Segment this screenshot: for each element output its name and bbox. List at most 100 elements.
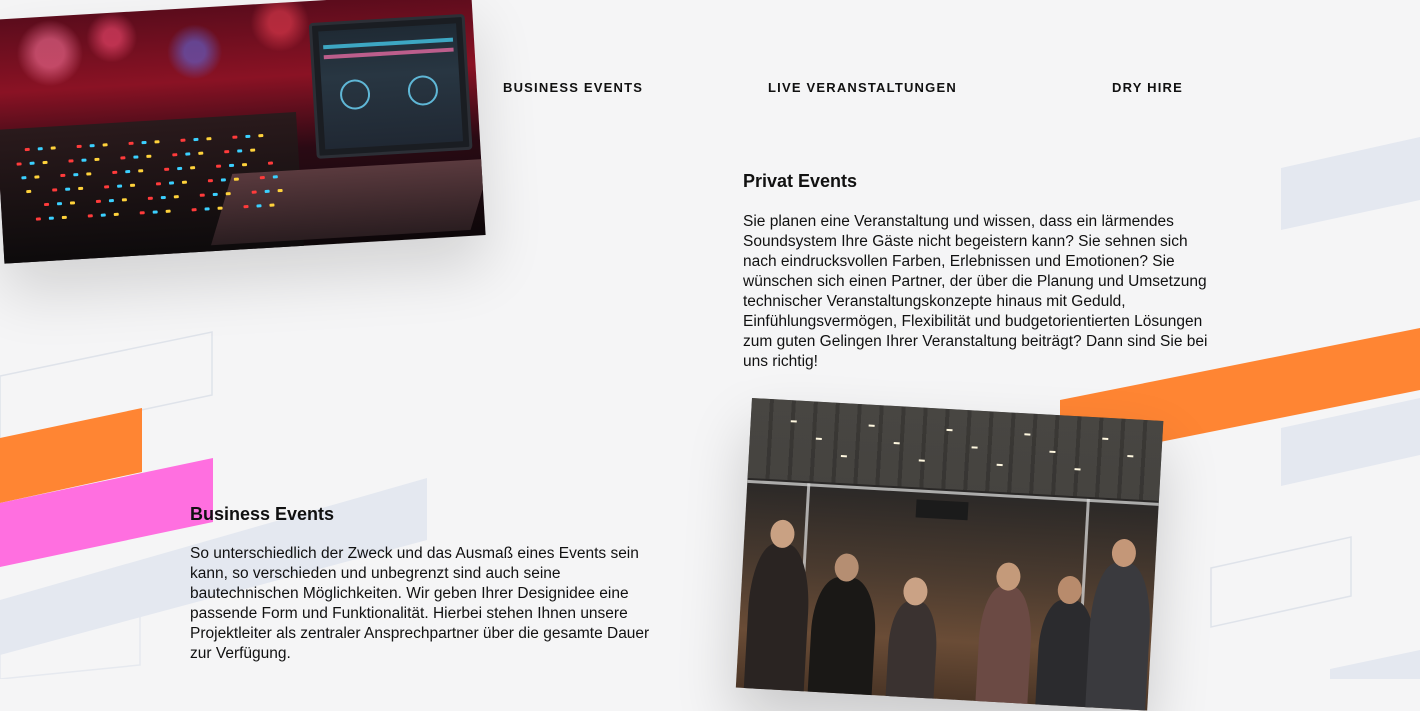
waveform: [323, 47, 454, 60]
waveform: [323, 37, 454, 50]
mixer-led: [152, 210, 158, 214]
deco-pale-shape-right-bottom: [1330, 650, 1420, 679]
mixer-led: [233, 177, 239, 181]
mixer-led: [228, 163, 235, 168]
mixer-led: [65, 187, 71, 191]
mixer-led: [68, 159, 74, 163]
deco-outline-right: [1210, 536, 1352, 628]
mixer-led: [56, 202, 63, 206]
mixer-led: [139, 211, 145, 215]
mixer-led: [146, 154, 152, 158]
mixer-led: [138, 169, 144, 173]
mixer-led: [89, 144, 95, 148]
mixer-led: [215, 164, 222, 168]
mixer-led: [224, 150, 230, 154]
mixer-led: [26, 189, 32, 194]
business-events-text: So unterschiedlich der Zweck und das Aus…: [190, 545, 650, 662]
mixer-led: [29, 161, 35, 165]
mixer-led: [94, 157, 100, 162]
mixer-led: [225, 192, 231, 196]
jog-wheel: [407, 74, 439, 107]
mixer-led: [24, 147, 30, 152]
nav-business-events[interactable]: BUSINESS EVENTS: [503, 80, 643, 95]
mixer-led: [133, 155, 139, 159]
mixer-led: [141, 140, 147, 145]
mixer-led: [34, 175, 40, 179]
mixer-led: [86, 172, 92, 176]
mixer-led: [60, 173, 66, 178]
mixer-led: [193, 137, 199, 142]
mixer-led: [259, 175, 265, 180]
nav-live-veranstaltungen[interactable]: LIVE VERANSTALTUNGEN: [768, 80, 957, 95]
mixer-led: [87, 214, 93, 218]
mixer-led: [76, 144, 82, 149]
ceiling-light: [790, 420, 797, 423]
deco-pale-shape-right-top: [1281, 137, 1420, 230]
ceiling-light: [1074, 468, 1081, 471]
mixer-led: [180, 138, 186, 142]
nav-dry-hire[interactable]: DRY HIRE: [1112, 80, 1183, 95]
privat-events-title: Privat Events: [743, 171, 858, 191]
mixer-led: [42, 160, 48, 165]
mixer-led: [73, 173, 79, 177]
ceiling-light: [815, 437, 822, 440]
mixer-led: [78, 186, 84, 191]
mixer-led: [108, 198, 115, 203]
ceiling-light: [971, 446, 978, 449]
mixer-led: [61, 215, 67, 220]
mixer-led: [177, 166, 183, 171]
mixer-led: [220, 178, 226, 182]
ceiling-light: [1102, 437, 1109, 440]
mixer-led: [204, 207, 210, 211]
mixer-led: [241, 163, 248, 167]
visitor-silhouette: [742, 542, 812, 711]
visitor-head: [1057, 575, 1083, 605]
mixer-led: [154, 140, 160, 144]
mixer-led: [272, 175, 278, 179]
mixer-led: [251, 190, 257, 194]
mixer-led: [191, 208, 197, 212]
mixer-led: [81, 158, 87, 162]
mixer-led: [173, 195, 179, 199]
mixer-led: [112, 170, 118, 175]
visitor-silhouette: [806, 575, 879, 711]
ceiling-light: [1127, 455, 1134, 458]
ceiling-light: [918, 459, 925, 462]
mixer-led: [128, 141, 134, 145]
mixer-led: [165, 209, 171, 213]
visitor-silhouette: [974, 585, 1034, 711]
mixer-led: [198, 151, 204, 155]
mixer-led: [116, 184, 123, 188]
mixer-led: [256, 204, 262, 208]
mixer-led: [181, 180, 188, 184]
booth-sign: [915, 499, 969, 521]
mixer-led: [50, 146, 56, 150]
ceiling-light: [868, 424, 875, 427]
mixer-led: [16, 162, 22, 166]
mixer-led: [168, 181, 175, 185]
mixer-led: [217, 206, 223, 210]
mixer-led: [52, 188, 58, 192]
visitor-head: [902, 576, 929, 607]
mixer-led: [155, 182, 162, 186]
mixer-led: [160, 195, 166, 200]
mixer-led: [147, 196, 153, 200]
mixer-led: [245, 134, 251, 139]
mixer-led: [269, 203, 275, 207]
mixer-led: [232, 135, 238, 139]
mixer-led: [258, 133, 264, 138]
mixer-led: [267, 161, 274, 165]
mixer-led: [125, 169, 131, 174]
visitor-silhouette: [884, 600, 939, 711]
mixer-led: [104, 185, 110, 189]
ceiling-light: [893, 441, 900, 445]
dj-photo: [0, 0, 486, 264]
mixer-led: [120, 156, 126, 160]
mixer-led: [129, 183, 136, 187]
mixer-led: [35, 217, 41, 221]
mixer-led: [250, 148, 256, 152]
mixer-led: [121, 198, 127, 202]
mixer-led: [199, 193, 205, 197]
ceiling-light: [1049, 450, 1056, 454]
mixer-led: [113, 212, 119, 217]
